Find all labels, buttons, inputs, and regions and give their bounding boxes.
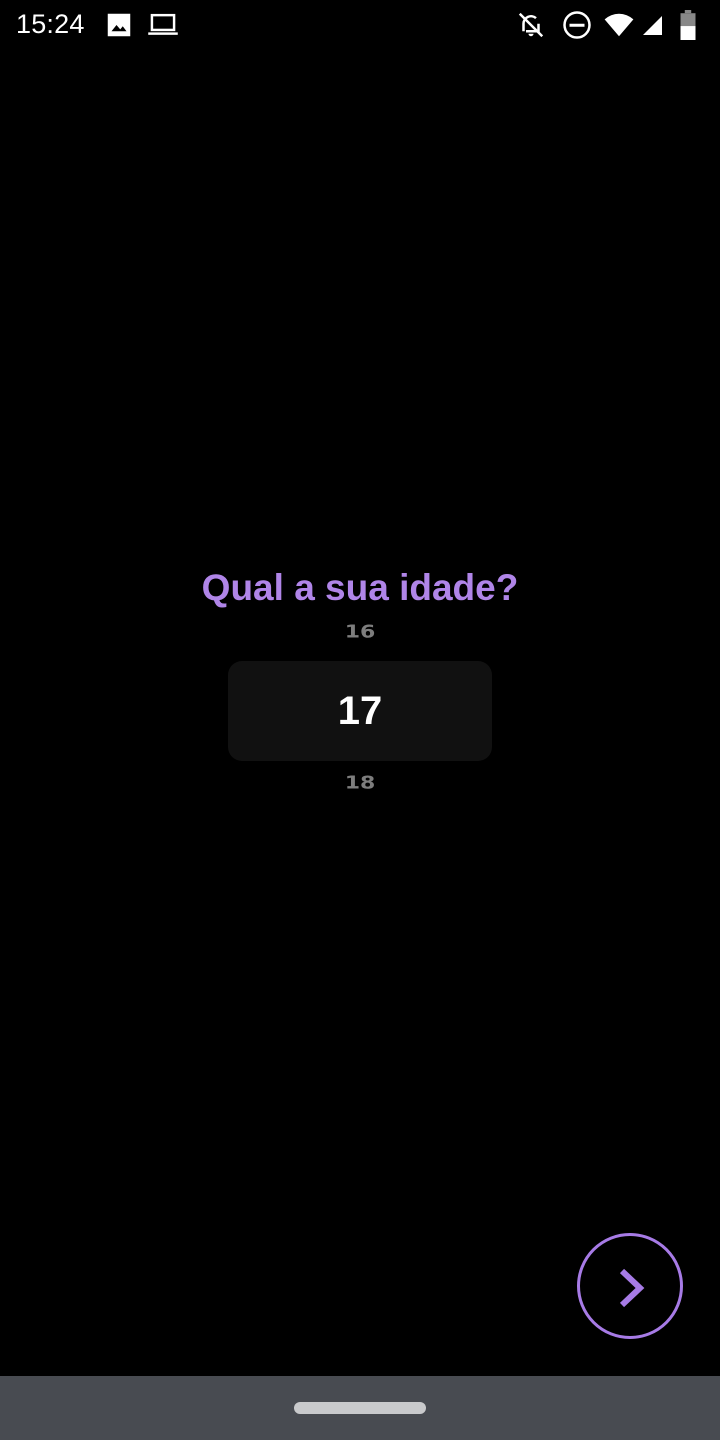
picker-selected-value: 17 bbox=[337, 689, 383, 733]
status-time: 15:24 bbox=[16, 9, 85, 39]
chevron-right-icon bbox=[619, 1268, 645, 1308]
navigation-bar bbox=[0, 1376, 720, 1440]
do-not-disturb-icon bbox=[562, 10, 592, 40]
next-button[interactable] bbox=[577, 1233, 683, 1339]
home-gesture-handle[interactable] bbox=[294, 1402, 426, 1414]
picker-next-value[interactable]: 18 bbox=[0, 774, 720, 794]
age-selection-screen: 15:24 Qual a sua idade? 16 17 18 bbox=[0, 0, 720, 1440]
laptop-icon bbox=[147, 10, 179, 40]
status-bar: 15:24 bbox=[0, 0, 720, 48]
page-title: Qual a sua idade? bbox=[201, 567, 519, 608]
image-icon bbox=[104, 10, 134, 40]
age-picker-selected[interactable]: 17 bbox=[228, 661, 492, 761]
notifications-off-icon bbox=[516, 10, 546, 40]
picker-previous-value[interactable]: 16 bbox=[0, 623, 720, 643]
wifi-icon bbox=[604, 10, 634, 40]
cellular-signal-icon bbox=[640, 10, 664, 40]
battery-icon bbox=[678, 10, 698, 40]
